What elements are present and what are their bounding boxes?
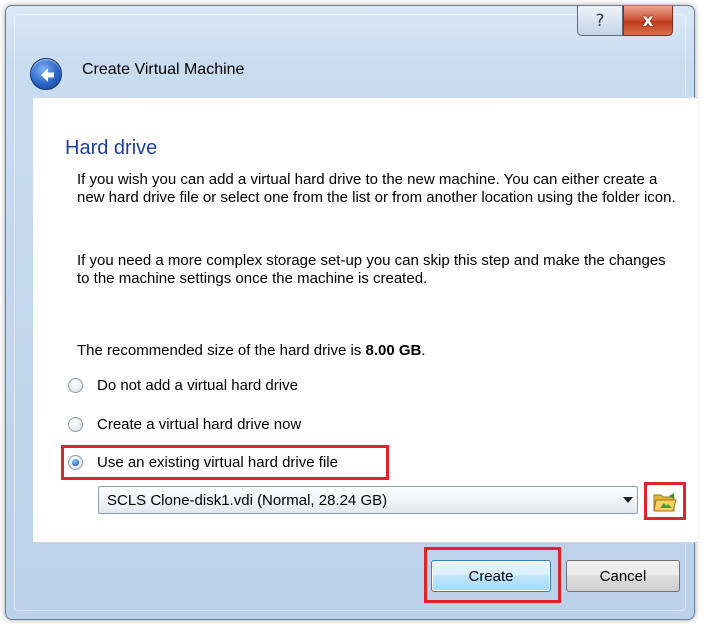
back-arrow-icon[interactable] (30, 58, 62, 90)
option-label: Do not add a virtual hard drive (97, 376, 298, 394)
description-paragraph: If you wish you can add a virtual hard d… (77, 171, 676, 206)
hard-drive-file-select[interactable]: SCLS Clone-disk1.vdi (Normal, 28.24 GB) (98, 486, 638, 514)
radio-button[interactable] (68, 416, 83, 432)
radio-button-selected[interactable] (68, 454, 83, 470)
create-button[interactable]: Create (431, 560, 551, 592)
radio-button[interactable] (68, 377, 83, 393)
option-label: Create a virtual hard drive now (97, 415, 302, 433)
button-bar-separator (34, 542, 698, 543)
cancel-button[interactable]: Cancel (566, 560, 680, 592)
wizard-page-panel (33, 97, 698, 542)
option-use-existing-hard-drive[interactable]: Use an existing virtual hard drive file (68, 451, 338, 473)
page-title: Hard drive (65, 137, 158, 159)
help-button[interactable]: ? (577, 6, 623, 36)
help-icon: ? (595, 10, 605, 31)
dropdown-arrow-icon[interactable] (619, 487, 637, 513)
option-no-hard-drive[interactable]: Do not add a virtual hard drive (68, 374, 298, 396)
recommended-size-prefix: The recommended size of the hard drive i… (77, 342, 366, 359)
folder-open-icon[interactable] (650, 489, 680, 514)
dialog-title: Create Virtual Machine (82, 61, 245, 78)
recommended-size-value: 8.00 GB (365, 342, 422, 359)
option-label: Use an existing virtual hard drive file (97, 453, 338, 471)
option-create-hard-drive[interactable]: Create a virtual hard drive now (68, 413, 301, 435)
close-button[interactable]: x (623, 6, 673, 36)
description-paragraph-storage: If you need a more complex storage set-u… (77, 252, 666, 287)
recommended-size-suffix: . (421, 342, 426, 359)
close-icon: x (642, 10, 654, 31)
selected-hard-drive: SCLS Clone-disk1.vdi (Normal, 28.24 GB) (107, 491, 388, 509)
recommended-size-text: The recommended size of the hard drive i… (77, 342, 677, 360)
